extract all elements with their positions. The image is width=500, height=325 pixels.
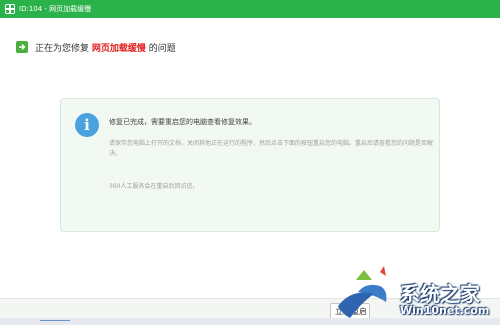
repair-status: 正在为您修复 网页加载缓慢 的问题	[16, 40, 176, 54]
arrow-right-icon	[16, 41, 28, 53]
watermark-text: 系统之家	[400, 282, 480, 306]
status-highlight: 网页加载缓慢	[91, 43, 146, 54]
watermark-url: Win10net.com	[400, 304, 490, 317]
title-bar: ID:104 - 网页加载缓慢	[0, 0, 500, 18]
taskbar-strip	[0, 318, 500, 325]
status-suffix: 的问题	[148, 43, 176, 54]
message-note: 360人工服务会在重启后回访您。	[109, 183, 199, 190]
status-text: 正在为您修复 网页加载缓慢 的问题	[35, 41, 176, 54]
message-title: 修复已完成，需要重启您的电脑查看修复效果。	[109, 118, 256, 126]
message-card: i 修复已完成，需要重启您的电脑查看修复效果。 请保存您电脑上打开的文档，关闭其…	[60, 98, 440, 232]
status-prefix: 正在为您修复	[35, 43, 90, 54]
app-icon	[5, 4, 15, 14]
taskbar-link	[40, 320, 70, 321]
message-body: 请保存您电脑上打开的文档，关闭其他正在运行的程序，然后点击下面的按钮重启您的电脑…	[109, 140, 434, 157]
info-icon: i	[75, 113, 99, 137]
window-title: ID:104 - 网页加载缓慢	[19, 5, 92, 13]
main-panel: 正在为您修复 网页加载缓慢 的问题 i 修复已完成，需要重启您的电脑查看修复效果…	[0, 18, 500, 298]
watermark-logo	[338, 266, 387, 318]
